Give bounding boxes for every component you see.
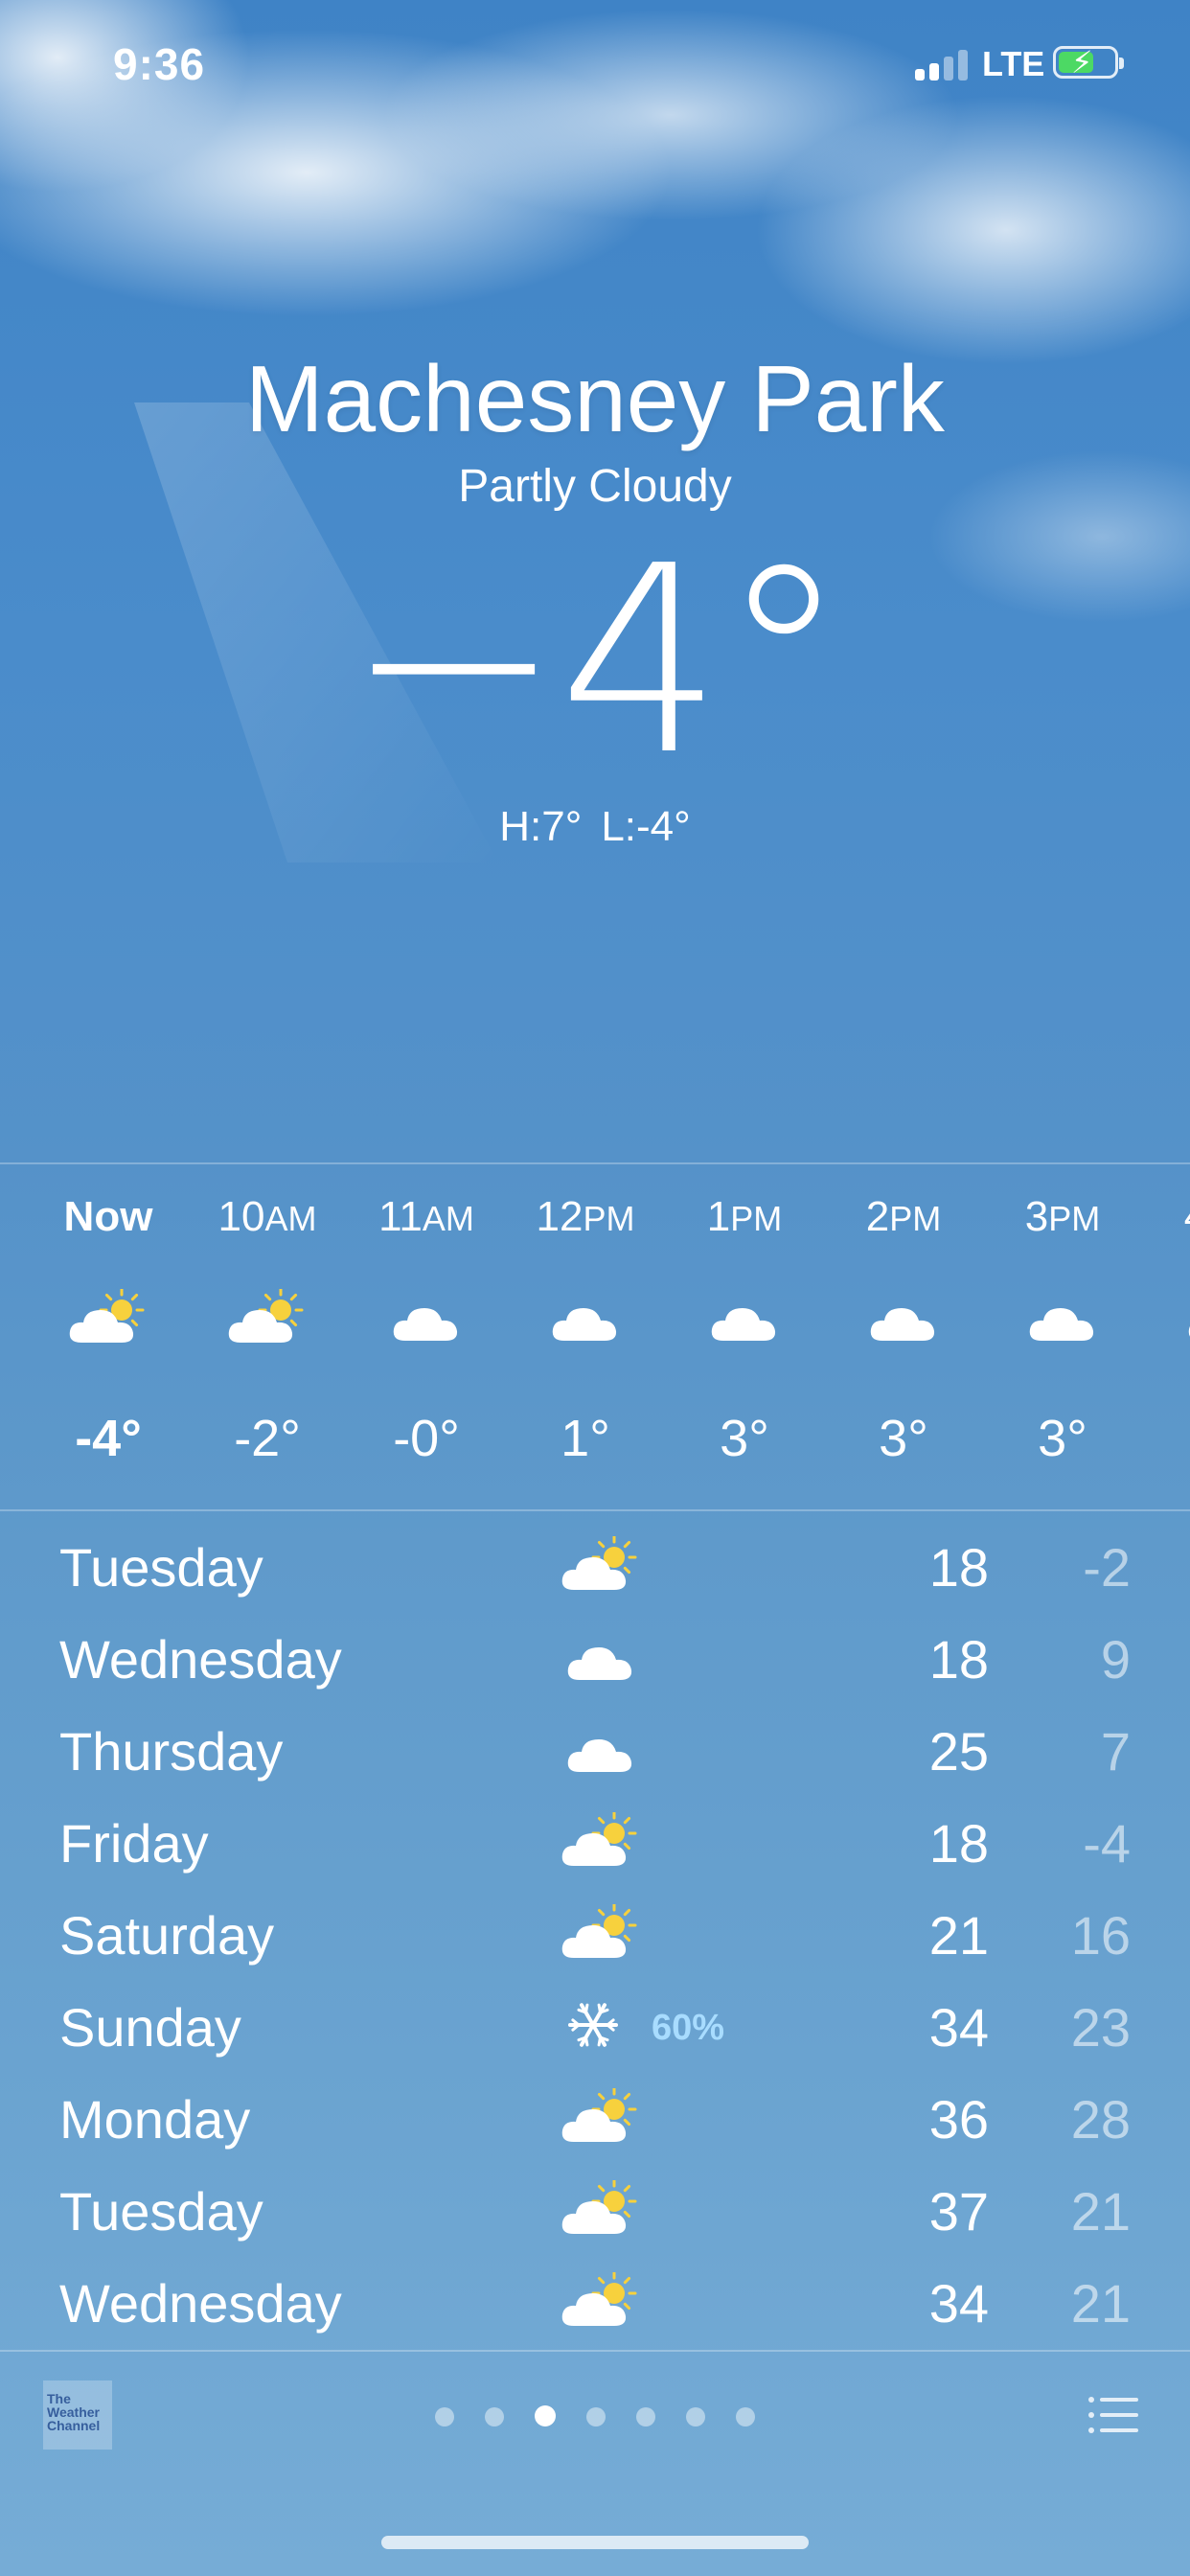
page-dot[interactable] <box>636 2407 655 2426</box>
high-temperature: H:7° <box>499 803 583 850</box>
partly-cloudy-icon <box>561 1534 641 1594</box>
partly-cloudy-icon <box>68 1287 149 1346</box>
cloud-icon <box>1181 1289 1190 1346</box>
home-indicator[interactable] <box>381 2536 809 2549</box>
daily-high: 18 <box>928 1813 989 1874</box>
city-name: Machesney Park <box>245 346 945 451</box>
day-name: Friday <box>59 1813 209 1874</box>
daily-high: 34 <box>928 1997 989 2058</box>
high-low-temperature: H:7° L:-4° <box>0 803 1190 851</box>
daily-row: Monday 36 28 <box>0 2071 1190 2163</box>
hourly-temperature: 3° <box>720 1410 769 1467</box>
cloud-icon <box>1022 1289 1103 1346</box>
hourly-time: 3PM <box>1024 1193 1101 1240</box>
hourly-temperature: -0° <box>393 1410 460 1467</box>
partly-cloudy-icon <box>561 1810 641 1870</box>
day-name: Wednesday <box>59 2273 342 2334</box>
daily-high: 34 <box>928 2273 989 2334</box>
precipitation-chance: 60% <box>652 2008 725 2048</box>
hourly-temperature: 1° <box>561 1410 610 1467</box>
hourly-temperature: 3° <box>1038 1410 1087 1467</box>
divider-middle <box>0 1509 1190 1511</box>
daily-high: 21 <box>928 1905 989 1966</box>
cloud-icon <box>386 1289 467 1346</box>
daily-row: Wednesday 18 9 <box>0 1611 1190 1703</box>
daily-row: Friday 18 -4 <box>0 1795 1190 1887</box>
daily-high: 18 <box>928 1629 989 1690</box>
day-name: Tuesday <box>59 2181 263 2242</box>
hourly-time: 11AM <box>378 1193 474 1240</box>
day-name: Wednesday <box>59 1629 342 1690</box>
hourly-time: 4PM <box>1142 1193 1190 1241</box>
current-temperature: −4° <box>345 510 848 812</box>
snowflake-icon <box>561 1996 641 2054</box>
day-name: Tuesday <box>59 1537 263 1598</box>
cloud-icon <box>561 1628 641 1686</box>
daily-row: Thursday 25 7 <box>0 1703 1190 1795</box>
hourly-temperature: 3° <box>879 1410 928 1467</box>
hourly-time: 12PM <box>536 1193 635 1240</box>
partly-cloudy-icon <box>561 2178 641 2238</box>
daily-row: Wednesday 34 21 <box>0 2255 1190 2347</box>
battery-icon: ⚡ <box>1053 45 1124 80</box>
daily-low: 23 <box>1070 1997 1131 2058</box>
day-name: Saturday <box>59 1905 275 1966</box>
daily-high: 18 <box>928 1537 989 1598</box>
network-type: LTE <box>982 44 1045 83</box>
status-time: 9:36 <box>113 39 206 89</box>
page-indicator[interactable] <box>0 2405 1190 2426</box>
partly-cloudy-icon <box>561 2270 641 2330</box>
daily-row: Saturday 21 16 <box>0 1887 1190 1979</box>
cloud-icon <box>545 1289 626 1346</box>
daily-row: Tuesday 18 -2 <box>0 1519 1190 1611</box>
page-dot[interactable] <box>686 2407 705 2426</box>
daily-row: Sunday 60% 34 23 <box>0 1979 1190 2071</box>
page-dot[interactable] <box>485 2407 504 2426</box>
list-icon[interactable] <box>1087 2394 1139 2436</box>
page-dot[interactable] <box>736 2407 755 2426</box>
weather-condition: Partly Cloudy <box>458 461 732 512</box>
day-name: Thursday <box>59 1721 284 1782</box>
hourly-time: 2PM <box>865 1193 942 1240</box>
page-dot[interactable] <box>435 2407 454 2426</box>
page-dot-active[interactable] <box>535 2405 556 2426</box>
daily-high: 25 <box>928 1721 989 1782</box>
daily-high: 36 <box>928 2089 989 2150</box>
partly-cloudy-icon <box>227 1287 308 1346</box>
daily-low: 9 <box>1100 1629 1131 1690</box>
daily-low: 21 <box>1070 2273 1131 2334</box>
daily-low: 7 <box>1100 1721 1131 1782</box>
hourly-time: 1PM <box>706 1193 783 1240</box>
partly-cloudy-icon <box>561 1902 641 1962</box>
cloud-icon <box>863 1289 944 1346</box>
hourly-time: 10AM <box>217 1193 317 1240</box>
daily-low: 21 <box>1070 2181 1131 2242</box>
hourly-forecast[interactable]: Now -4° 10AM -2° 11AM -0° 12PM 1° 1PM 3° 2PM 3° 3PM 3… <box>0 1164 1190 1509</box>
daily-low: 28 <box>1070 2089 1131 2150</box>
cloud-icon <box>704 1289 785 1346</box>
cellular-signal-icon <box>915 50 969 80</box>
daily-low: -4 <box>1083 1813 1131 1874</box>
cloud-icon <box>561 1720 641 1778</box>
daily-low: -2 <box>1083 1537 1131 1598</box>
hourly-temperature: -2° <box>234 1410 301 1467</box>
daily-low: 16 <box>1070 1905 1131 1966</box>
low-temperature: L:-4° <box>601 803 691 850</box>
hourly-time: Now <box>63 1193 153 1240</box>
daily-high: 37 <box>928 2181 989 2242</box>
status-bar: 9:36 LTE ⚡ <box>0 0 1190 134</box>
daily-row: Tuesday 37 21 <box>0 2163 1190 2255</box>
day-name: Monday <box>59 2089 251 2150</box>
hourly-temperature: -4° <box>75 1410 142 1467</box>
day-name: Sunday <box>59 1997 241 2058</box>
partly-cloudy-icon <box>561 2086 641 2146</box>
page-dot[interactable] <box>586 2407 606 2426</box>
